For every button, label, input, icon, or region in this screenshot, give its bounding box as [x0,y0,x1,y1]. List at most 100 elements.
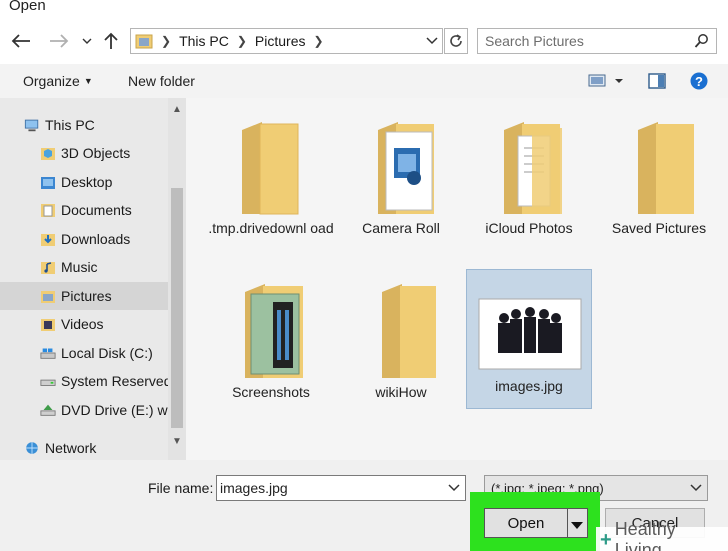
media-folder-icon [378,122,434,214]
local-disk-icon [40,345,56,361]
split-divider [567,509,568,537]
sidebar-item-label: DVD Drive (E:) w [61,402,168,418]
command-toolbar: Organize ▼ New folder ? [0,64,728,98]
refresh-button[interactable] [444,28,468,54]
network-icon [24,440,40,456]
organize-button[interactable]: Organize ▼ [23,73,93,89]
file-item[interactable]: iCloud Photos [466,118,592,248]
folder-icon [638,122,694,214]
sidebar-item-label: Music [61,259,98,275]
caret-down-icon: ▼ [83,76,93,86]
file-item[interactable]: .tmp.drivedownl oad [208,118,334,268]
preview-pane-icon[interactable] [648,72,666,93]
open-button[interactable]: Open [484,508,588,538]
file-name-input[interactable] [220,479,440,497]
sidebar-item-music[interactable]: Music [0,253,168,281]
sidebar-item-this-pc[interactable]: This PC [0,111,168,139]
screenshots-folder-icon [245,284,303,378]
open-label: Open [507,515,545,532]
address-dropdown-icon[interactable] [426,33,438,52]
sidebar-item-network[interactable]: Network [0,434,168,460]
music-folder-icon [40,259,56,275]
file-item-label: images.jpg [495,378,563,394]
desktop-folder-icon [40,174,56,190]
back-arrow-icon[interactable] [10,30,32,52]
folder-icon [242,122,299,215]
sidebar-item-label: Videos [61,316,104,332]
drive-icon [40,373,56,389]
file-item-label: wikiHow [375,384,427,400]
file-item-label: Screenshots [232,384,310,400]
sidebar-item-videos[interactable]: Videos [0,310,168,338]
sidebar-item-desktop[interactable]: Desktop [0,168,168,196]
sidebar-item-downloads[interactable]: Downloads [0,225,168,253]
chevron-down-icon[interactable] [448,480,460,499]
sidebar-item-label: Documents [61,202,132,218]
change-view-icon[interactable] [588,72,628,93]
refresh-icon [450,34,462,47]
navigation-pane[interactable]: This PC 3D Objects Desktop Documents Dow… [0,98,186,460]
new-folder-button[interactable]: New folder [128,73,195,89]
recent-locations-chevron-icon[interactable] [76,30,98,52]
sidebar-item-dvd-drive[interactable]: DVD Drive (E:) w [0,396,168,424]
address-bar[interactable]: ❯ This PC ❯ Pictures ❯ [130,28,443,54]
watermark: + Healthy Living [596,519,728,551]
file-name-combo[interactable] [216,475,466,501]
file-item[interactable]: Camera Roll [338,118,464,248]
sidebar-item-label: Network [45,440,97,456]
scroll-down-icon[interactable]: ▼ [172,436,182,447]
documents-folder-icon [504,122,562,214]
scroll-up-icon[interactable]: ▲ [172,104,182,115]
file-item-selected[interactable]: images.jpg [466,269,592,409]
pc-icon [24,117,40,133]
videos-folder-icon [40,316,56,332]
help-label: ? [695,74,703,89]
sidebar-item-label: System Reserved [61,373,168,389]
sidebar-item-label: Downloads [61,231,131,247]
sidebar-scrollbar[interactable]: ▲ ▼ [168,98,186,460]
pictures-folder-icon [40,288,56,304]
breadcrumb-pictures[interactable]: Pictures [255,33,306,49]
pictures-folder-icon [135,34,153,49]
folder-3d-icon [40,145,56,161]
search-box[interactable] [477,28,717,54]
file-item-label: .tmp.drivedownl oad [208,220,334,236]
scrollbar-thumb[interactable] [171,188,183,428]
chevron-down-icon[interactable] [690,480,702,499]
file-item[interactable]: Screenshots [208,280,334,410]
sidebar-item-label: Desktop [61,174,113,190]
search-icon[interactable] [694,33,710,52]
file-item[interactable]: wikiHow [338,280,464,410]
search-input[interactable] [485,32,685,50]
file-list[interactable]: .tmp.drivedownl oad Camera Roll iCloud P… [186,98,728,460]
breadcrumb-chevron-icon: ❯ [161,34,172,48]
sidebar-item-system-reserved[interactable]: System Reserved [0,367,168,395]
downloads-folder-icon [40,231,56,247]
sidebar-item-3d-objects[interactable]: 3D Objects [0,139,168,167]
open-options-dropdown-icon[interactable] [570,518,584,534]
help-button[interactable]: ? [690,72,708,93]
file-item-label: Saved Pictures [611,220,707,236]
breadcrumb-chevron-icon[interactable]: ❯ [314,34,324,48]
window-title: Open [9,0,46,14]
up-arrow-icon[interactable] [100,30,122,52]
plus-icon: + [600,528,612,551]
folder-icon [382,284,436,378]
documents-folder-icon [40,202,56,218]
sidebar-item-label: 3D Objects [61,145,131,161]
file-item[interactable]: Saved Pictures [596,118,722,248]
forward-arrow-icon[interactable] [48,30,70,52]
breadcrumb-chevron-icon[interactable]: ❯ [237,34,247,48]
organize-label: Organize [23,73,80,89]
watermark-text: Healthy Living [614,518,676,551]
sidebar-item-documents[interactable]: Documents [0,196,168,224]
sidebar-item-local-disk[interactable]: Local Disk (C:) [0,339,168,367]
file-item-label: iCloud Photos [485,220,573,236]
sidebar-item-pictures[interactable]: Pictures [0,282,168,310]
sidebar-item-label: This PC [45,117,95,133]
file-name-label: File name: [148,480,214,496]
dvd-drive-icon [40,402,56,418]
title-bar: Open [0,0,728,20]
breadcrumb-this-pc[interactable]: This PC [179,33,229,49]
sidebar-item-label: Pictures [61,288,112,304]
